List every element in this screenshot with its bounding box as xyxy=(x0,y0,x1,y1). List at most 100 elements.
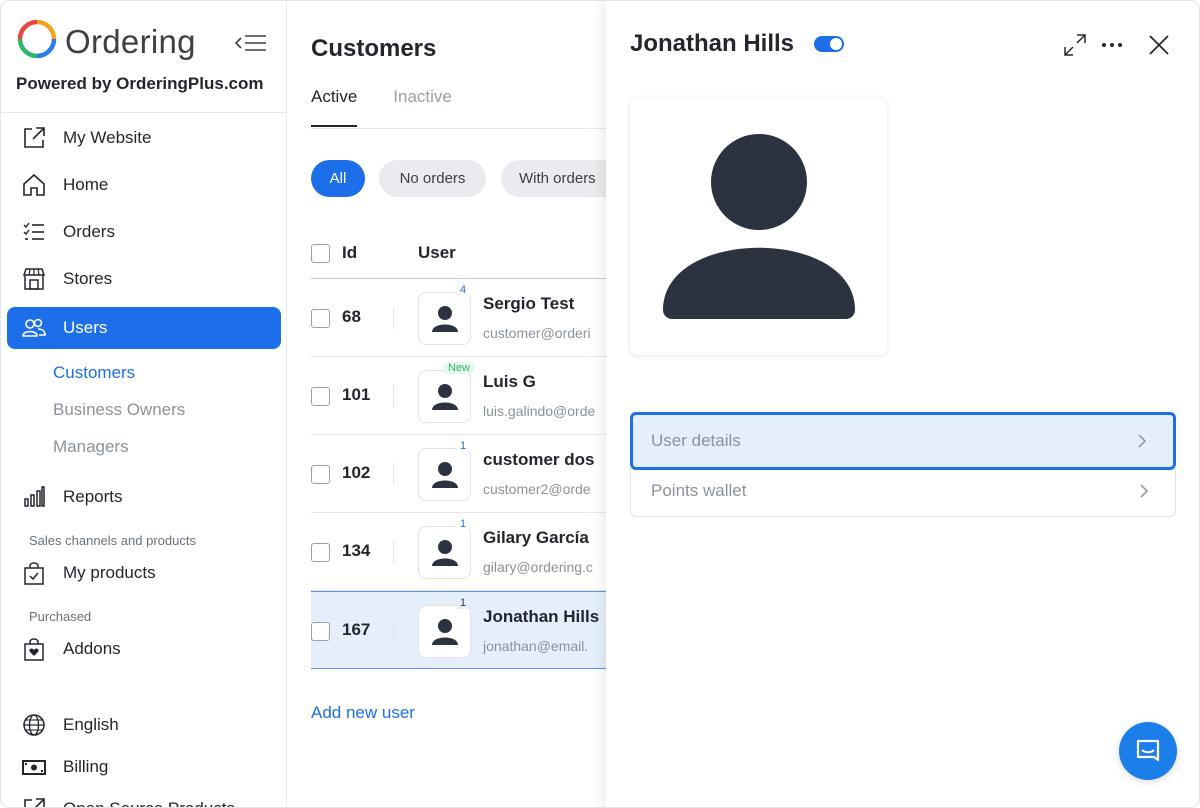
divider xyxy=(393,307,394,329)
column-header-user[interactable]: User xyxy=(418,243,456,263)
user-name: Luis G xyxy=(483,372,536,391)
expand-button[interactable] xyxy=(1061,31,1089,59)
table-row[interactable]: 101 New Luis G luis.galindo@orde xyxy=(311,357,611,435)
user-email: luis.galindo@orde xyxy=(483,403,596,419)
sidebar-item-home[interactable]: Home xyxy=(7,164,281,206)
powered-by-text: Powered by OrderingPlus.com xyxy=(16,74,264,93)
page-title: Customers xyxy=(311,35,437,62)
divider xyxy=(311,128,611,129)
sidebar-subitem-managers[interactable]: Managers xyxy=(53,437,129,457)
user-avatar-icon xyxy=(431,618,458,645)
collapse-menu-icon xyxy=(234,35,266,51)
divider xyxy=(393,541,394,563)
user-name: Gilary García xyxy=(483,528,589,547)
sidebar-item-orders[interactable]: Orders xyxy=(7,211,281,253)
select-all-checkbox[interactable] xyxy=(311,244,330,263)
user-avatar-icon xyxy=(431,461,458,488)
user-email: gilary@ordering.c xyxy=(483,559,593,575)
table-row[interactable]: 134 1 Gilary García gilary@ordering.c xyxy=(311,513,611,591)
sidebar-item-my-website[interactable]: My Website xyxy=(7,117,281,159)
divider xyxy=(393,620,394,642)
avatar: 1 xyxy=(418,518,471,579)
table-row[interactable]: 68 4 Sergio Test customer@orderi xyxy=(311,279,611,357)
status-tabs: Active Inactive xyxy=(311,87,488,127)
sidebar-item-label: Orders xyxy=(63,222,115,241)
divider xyxy=(393,385,394,407)
row-id: 167 xyxy=(342,620,371,639)
collapse-sidebar-button[interactable] xyxy=(233,31,269,55)
menu-item-label: User details xyxy=(651,431,741,450)
row-id: 68 xyxy=(342,307,361,326)
sidebar-item-reports[interactable]: Reports xyxy=(7,476,281,518)
user-email: customer@orderi xyxy=(483,325,591,341)
user-photo-card[interactable] xyxy=(630,98,887,355)
table-row[interactable]: 167 1 Jonathan Hills jonathan@email. xyxy=(311,591,611,669)
sidebar-item-open-source[interactable]: Open Source Products xyxy=(7,788,281,807)
avatar: 1 xyxy=(418,597,471,658)
avatar: 1 xyxy=(418,440,471,501)
close-button[interactable] xyxy=(1145,31,1173,59)
add-new-user-link[interactable]: Add new user xyxy=(311,703,415,723)
row-checkbox[interactable] xyxy=(311,622,330,641)
user-avatar-icon xyxy=(431,305,458,332)
sidebar-item-users[interactable]: Users xyxy=(7,307,281,349)
user-email: jonathan@email. xyxy=(483,638,589,654)
expand-icon xyxy=(1064,34,1086,56)
toggle-knob xyxy=(830,38,842,50)
points-wallet-menu-item[interactable]: Points wallet xyxy=(630,466,1176,517)
filter-with-orders[interactable]: With orders xyxy=(501,160,621,197)
sidebar-item-stores[interactable]: Stores xyxy=(7,258,281,300)
new-user-badge: New xyxy=(443,362,476,374)
more-options-button[interactable] xyxy=(1098,31,1126,59)
table-row[interactable]: 102 1 customer dos customer2@orde xyxy=(311,435,611,513)
sidebar-item-my-products[interactable]: My products xyxy=(7,552,281,594)
user-details-menu-item[interactable]: User details xyxy=(630,412,1176,470)
brand-name: Ordering xyxy=(65,22,196,60)
row-id: 101 xyxy=(342,385,371,404)
divider xyxy=(1,112,286,113)
bar-chart-icon xyxy=(21,484,47,510)
sidebar-item-label: My Website xyxy=(63,128,152,147)
sidebar-item-label: Reports xyxy=(63,487,123,506)
sidebar: Ordering Powered by OrderingPlus.com My … xyxy=(1,1,287,807)
user-name: Sergio Test xyxy=(483,294,575,313)
sidebar-item-language[interactable]: English xyxy=(7,704,281,746)
sidebar-item-label: Addons xyxy=(63,639,121,658)
sidebar-item-label: Billing xyxy=(63,757,109,776)
filter-all[interactable]: All xyxy=(311,160,365,197)
avatar: 4 xyxy=(418,284,471,345)
group-label-purchased: Purchased xyxy=(29,609,92,624)
sidebar-item-label: Users xyxy=(63,318,108,337)
row-checkbox[interactable] xyxy=(311,387,330,406)
tab-active[interactable]: Active xyxy=(311,87,358,127)
row-checkbox[interactable] xyxy=(311,465,330,484)
sidebar-subitem-business-owners[interactable]: Business Owners xyxy=(53,400,185,420)
row-checkbox[interactable] xyxy=(311,543,330,562)
list-icon xyxy=(21,219,47,245)
sidebar-item-addons[interactable]: Addons xyxy=(7,628,281,670)
store-icon xyxy=(21,266,47,292)
user-active-toggle[interactable] xyxy=(814,36,844,52)
sidebar-item-label: English xyxy=(63,715,119,734)
filter-no-orders[interactable]: No orders xyxy=(379,160,486,197)
tab-inactive[interactable]: Inactive xyxy=(393,87,452,127)
sidebar-item-label: Home xyxy=(63,175,109,194)
external-link-icon xyxy=(21,796,47,807)
support-chat-button[interactable] xyxy=(1119,722,1177,780)
user-avatar-icon xyxy=(431,383,458,410)
bag-heart-icon xyxy=(21,636,47,662)
sidebar-item-label: Stores xyxy=(63,269,113,288)
orders-count-badge: 1 xyxy=(457,440,470,452)
sidebar-subitem-customers[interactable]: Customers xyxy=(53,363,135,383)
brand: Ordering xyxy=(17,19,196,64)
more-horizontal-icon xyxy=(1102,43,1122,47)
sidebar-item-billing[interactable]: Billing xyxy=(7,746,281,788)
cash-icon xyxy=(21,754,47,780)
drawer-title: Jonathan Hills xyxy=(630,30,795,57)
chevron-right-icon xyxy=(1138,434,1147,448)
orders-count-badge: 1 xyxy=(457,518,470,530)
chat-icon xyxy=(1136,739,1160,762)
row-checkbox[interactable] xyxy=(311,309,330,328)
user-detail-drawer: Jonathan Hills User details Points walle… xyxy=(606,1,1199,807)
orders-count-badge: 1 xyxy=(457,597,470,609)
